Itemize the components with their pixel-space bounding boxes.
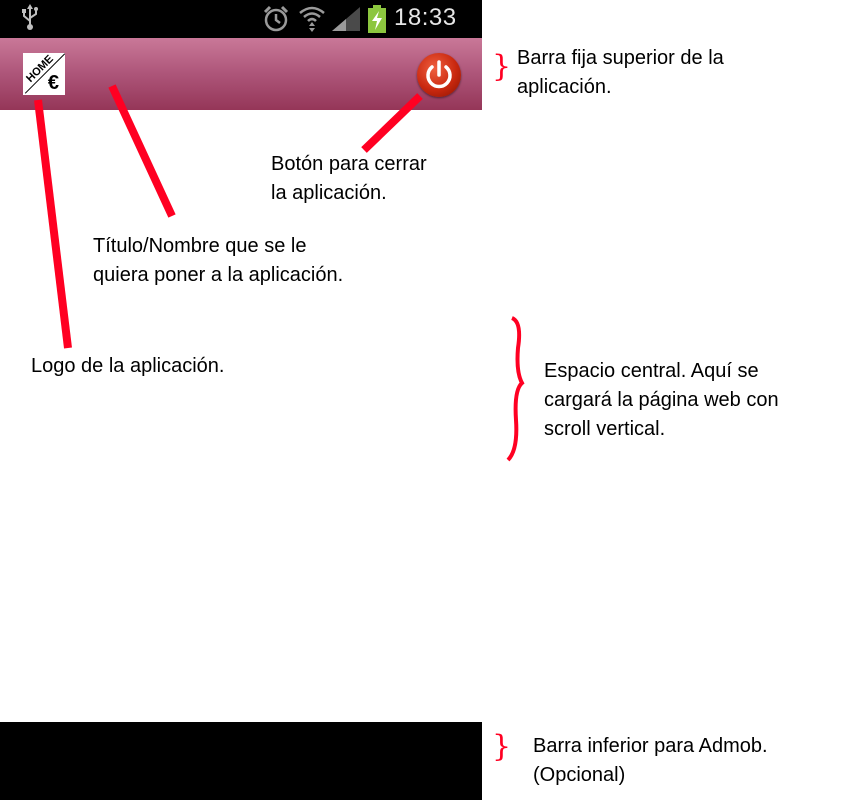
- annotation-line: Barra fija superior de la: [517, 47, 724, 69]
- admob-bottom-bar[interactable]: [0, 722, 482, 800]
- close-app-button[interactable]: [417, 53, 461, 97]
- annotation-admob-bar: Barra inferior para Admob. (Opcional): [533, 732, 768, 790]
- annotation-line: scroll vertical.: [544, 418, 666, 440]
- central-space-brace: [506, 316, 525, 462]
- wifi-icon: [298, 4, 326, 37]
- top-bar-brace: }: [492, 49, 512, 84]
- clock-time: 18:33: [394, 4, 457, 31]
- annotation-line: Botón para cerrar: [271, 153, 427, 175]
- usb-icon: [20, 4, 40, 35]
- app-logo[interactable]: HOME €: [23, 53, 65, 95]
- app-top-bar: [0, 38, 482, 110]
- battery-charging-icon: [368, 5, 386, 38]
- annotation-line: Logo de la aplicación.: [31, 355, 225, 377]
- annotation-line: quiera poner a la aplicación.: [93, 264, 344, 286]
- annotation-line: la aplicación.: [271, 182, 387, 204]
- annotation-title: Título/Nombre que se le quiera poner a l…: [93, 232, 343, 290]
- logo-euro-symbol: €: [47, 72, 59, 94]
- status-bar: 18:33: [0, 0, 482, 38]
- power-icon: [426, 60, 452, 89]
- annotation-line: Espacio central. Aquí se: [544, 360, 759, 382]
- annotation-line: cargará la página web con: [544, 389, 779, 411]
- annotation-line: aplicación.: [517, 76, 612, 98]
- annotation-close-button: Botón para cerrar la aplicación.: [271, 150, 427, 208]
- annotation-line: Barra inferior para Admob.: [533, 735, 768, 757]
- signal-icon: [332, 7, 362, 38]
- alarm-icon: [262, 5, 290, 38]
- annotation-top-bar: Barra fija superior de la aplicación.: [517, 44, 724, 102]
- admob-bar-brace: }: [492, 729, 512, 764]
- annotation-logo: Logo de la aplicación.: [31, 352, 224, 381]
- annotation-line: (Opcional): [533, 764, 626, 786]
- annotation-central-space: Espacio central. Aquí se cargará la pági…: [544, 357, 779, 444]
- annotation-line: Título/Nombre que se le: [93, 235, 307, 257]
